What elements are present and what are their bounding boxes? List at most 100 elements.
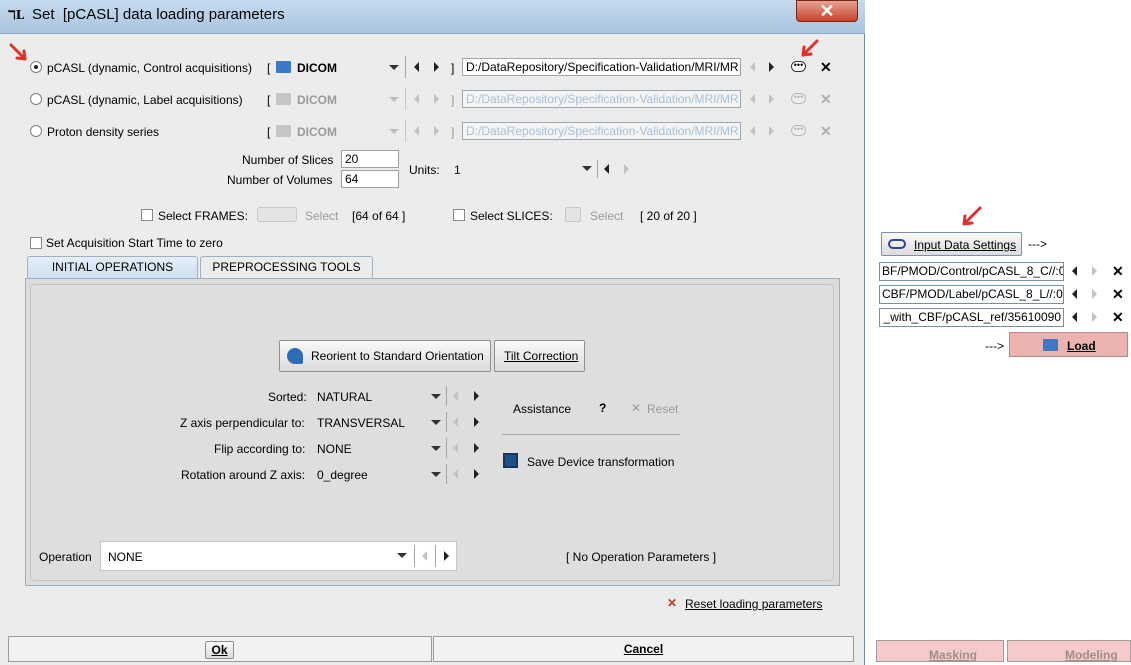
chevron-down-icon[interactable] (582, 166, 592, 171)
next-icon[interactable] (769, 126, 774, 136)
right-path-field-label[interactable]: CBF/PMOD/Label/pCASL_8_L//:0 (879, 285, 1064, 304)
series-radio-proton[interactable] (30, 125, 42, 137)
next-icon[interactable] (1092, 266, 1097, 276)
tab-initial-operations[interactable]: INITIAL OPERATIONS (27, 256, 198, 278)
previous-icon[interactable] (1072, 312, 1077, 322)
next-icon[interactable] (769, 94, 774, 104)
red-arrow-icon (801, 39, 819, 57)
previous-icon[interactable] (750, 126, 755, 136)
ok-button[interactable]: Ok (205, 641, 234, 659)
masking-button[interactable]: Masking (876, 640, 1004, 662)
next-icon[interactable] (624, 164, 629, 174)
help-icon[interactable]: ? (599, 401, 606, 415)
previous-icon[interactable] (453, 391, 458, 401)
series-radio-label[interactable] (30, 93, 42, 105)
units-value[interactable]: 1 (454, 163, 461, 177)
path-field-control[interactable]: D:/DataRepository/Specification-Validati… (462, 58, 741, 76)
previous-icon[interactable] (453, 443, 458, 453)
next-icon[interactable] (1092, 289, 1097, 299)
series-label-control: pCASL (dynamic, Control acquisitions) (47, 61, 252, 75)
tilt-correction-button[interactable]: Tilt Correction (494, 340, 585, 372)
previous-icon[interactable] (1072, 289, 1077, 299)
frames-select-button[interactable]: Select (305, 209, 338, 223)
previous-icon[interactable] (453, 469, 458, 479)
bracket-close: ] (451, 93, 455, 107)
previous-icon[interactable] (1072, 266, 1077, 276)
next-icon[interactable] (434, 126, 439, 136)
right-path-field-control[interactable]: BF/PMOD/Control/pCASL_8_C//:0 (879, 262, 1064, 281)
next-icon[interactable] (474, 469, 479, 479)
right-path-field-proton[interactable]: _with_CBF/pCASL_ref/35610090 (879, 308, 1064, 327)
reset-loading-button[interactable]: Reset loading parameters (685, 597, 822, 611)
chevron-down-icon[interactable] (431, 394, 441, 399)
previous-icon[interactable] (453, 417, 458, 427)
browse-ellipsis-icon[interactable]: ••• (791, 93, 806, 104)
slices-select-button[interactable]: Select (590, 209, 623, 223)
chevron-down-icon[interactable] (389, 65, 399, 70)
input-data-settings-button[interactable]: Input Data Settings (881, 232, 1022, 256)
select-slices-checkbox[interactable] (453, 209, 465, 221)
next-icon[interactable] (444, 551, 449, 561)
previous-icon[interactable] (414, 126, 419, 136)
arrow-text: ---> (985, 339, 1004, 353)
browse-ellipsis-icon[interactable]: ••• (791, 125, 806, 136)
next-icon[interactable] (434, 62, 439, 72)
previous-icon[interactable] (414, 62, 419, 72)
clear-icon[interactable]: ✕ (820, 92, 832, 106)
volumes-input[interactable]: 64 (341, 170, 399, 188)
tab-preprocessing-tools[interactable]: PREPROCESSING TOOLS (200, 256, 373, 278)
acq-start-checkbox[interactable] (30, 237, 42, 249)
rotation-value[interactable]: 0_degree (317, 468, 368, 482)
slices-input[interactable]: 20 (341, 150, 399, 168)
load-button[interactable]: Load (1009, 332, 1128, 357)
operations-panel-inner (30, 284, 834, 581)
clear-icon[interactable]: ✕ (1112, 264, 1124, 278)
assistance-reset-button[interactable]: Reset (647, 402, 678, 416)
chevron-down-icon[interactable] (431, 420, 441, 425)
separator (597, 160, 598, 178)
select-slices-label: Select SLICES: (470, 209, 553, 223)
select-frames-checkbox[interactable] (141, 209, 153, 221)
reorient-button[interactable]: Reorient to Standard Orientation (279, 340, 491, 372)
modeling-button[interactable]: Modeling (1007, 640, 1131, 662)
close-window-button[interactable]: ✕ (796, 0, 858, 22)
previous-icon[interactable] (422, 551, 427, 561)
browse-ellipsis-icon[interactable]: ••• (791, 61, 806, 72)
z-axis-value[interactable]: TRANSVERSAL (317, 416, 405, 430)
previous-icon[interactable] (604, 164, 609, 174)
folder-open-icon (276, 125, 291, 137)
next-icon[interactable] (474, 391, 479, 401)
next-icon[interactable] (434, 94, 439, 104)
next-icon[interactable] (474, 443, 479, 453)
flip-value[interactable]: NONE (317, 442, 352, 456)
previous-icon[interactable] (414, 94, 419, 104)
clear-icon[interactable]: ✕ (1112, 310, 1124, 324)
operation-value: NONE (108, 550, 143, 564)
chevron-down-icon[interactable] (431, 472, 441, 477)
next-icon[interactable] (474, 417, 479, 427)
title-bar: ℸL Set [pCASL] data loading parameters ✕ (0, 0, 865, 34)
next-icon[interactable] (1092, 312, 1097, 322)
chevron-down-icon[interactable] (389, 97, 399, 102)
path-field-label[interactable]: D:/DataRepository/Specification-Validati… (462, 90, 741, 108)
bracket-open: [ (267, 61, 271, 75)
save-device-button[interactable]: Save Device transformation (527, 455, 674, 469)
volumes-label: Number of Volumes (227, 173, 333, 187)
sorted-value[interactable]: NATURAL (317, 390, 372, 404)
clear-icon[interactable]: ✕ (820, 124, 832, 138)
sorted-label: Sorted: (268, 390, 307, 404)
chevron-down-icon[interactable] (397, 553, 407, 558)
reset-x-icon[interactable]: ✕ (631, 401, 641, 415)
path-field-proton[interactable]: D:/DataRepository/Specification-Validati… (462, 122, 741, 140)
previous-icon[interactable] (750, 94, 755, 104)
operation-label: Operation (39, 550, 92, 564)
cancel-button[interactable]: Cancel (433, 636, 854, 662)
chevron-down-icon[interactable] (389, 129, 399, 134)
chevron-down-icon[interactable] (431, 446, 441, 451)
previous-icon[interactable] (750, 62, 755, 72)
series-radio-control[interactable] (30, 61, 42, 73)
next-icon[interactable] (769, 62, 774, 72)
clear-icon[interactable]: ✕ (1112, 287, 1124, 301)
clear-icon[interactable]: ✕ (820, 60, 832, 74)
separator (405, 88, 406, 110)
